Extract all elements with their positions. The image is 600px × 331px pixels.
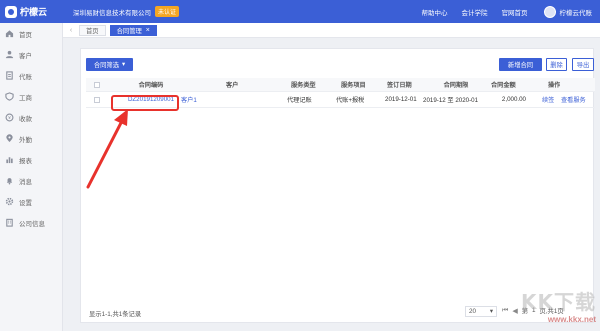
sidebar-item-home[interactable]: 首页 [0,23,62,44]
tab-bar: ‹ 首页 合同管理 × [63,23,600,38]
delete-button[interactable]: 删除 [546,58,567,71]
app-logo[interactable]: 柠檬云 [0,5,63,18]
official-site-link[interactable]: 官网首页 [502,7,528,17]
pagination: ⏮ ◀ 第 1 页,共1页 [502,306,564,316]
sidebar-item-settings[interactable]: 设置 [0,191,62,212]
tab-contract-management[interactable]: 合同管理 × [109,24,157,36]
gear-icon [5,197,14,206]
bell-icon [5,176,14,185]
sign-date-cell: 2019-12-01 [385,96,417,103]
row-checkbox[interactable] [94,96,100,103]
user-menu[interactable]: 柠檬云代账 [543,5,593,18]
table-header: 合同编码 客户 服务类型 服务项目 签订日期 合同期限 合同金额 操作 [86,78,595,92]
tab-label: 首页 [86,27,99,35]
contract-filter-button[interactable]: 合同筛选 ▾ [86,58,133,71]
top-links: 帮助中心 会计学院 官网首页 柠檬云代账 [422,5,600,18]
sidebar-item-label: 收款 [19,115,32,123]
first-page-icon[interactable]: ⏮ [502,307,508,315]
record-summary: 显示1-1,共1条记录 [89,311,142,318]
shield-icon [5,92,14,101]
column-header[interactable]: 合同编码 [121,78,181,91]
accounting-academy-link[interactable]: 会计学院 [462,7,488,17]
sidebar-item-company-info[interactable]: 公司信息 [0,212,62,233]
caret-down-icon: ▾ [122,61,126,68]
renew-link[interactable]: 续签 [542,92,554,107]
sidebar-item-customers[interactable]: 客户 [0,44,62,65]
home-icon [5,29,14,38]
unverified-badge[interactable]: 未认证 [155,6,180,17]
column-header[interactable]: 合同期限 [431,78,481,91]
sidebar-item-label: 外勤 [19,136,32,144]
sidebar-item-business[interactable]: 工商 [0,86,62,107]
top-navbar: 柠檬云 深圳易财信息技术有限公司 未认证 帮助中心 会计学院 官网首页 柠檬云代… [0,0,600,23]
ledger-icon [5,71,14,80]
view-service-link[interactable]: 查看服务 [561,92,586,107]
service-type-cell: 代理记账 [287,97,312,104]
tab-home[interactable]: 首页 [79,24,106,36]
sidebar-item-messages[interactable]: 消息 [0,170,62,191]
customer-link[interactable]: 客户1 [181,92,197,107]
sidebar-item-label: 代账 [19,73,32,81]
user-name: 柠檬云代账 [559,9,593,17]
svg-text:¥: ¥ [8,115,11,120]
sidebar-item-label: 工商 [19,94,32,102]
select-all-checkbox[interactable] [94,81,100,88]
current-page[interactable]: 1 [532,307,536,314]
page-size-value: 20 [469,308,477,315]
page-label-pre: 第 [521,308,528,315]
users-icon [5,50,14,59]
location-icon [5,134,14,143]
term-cell: 2019-12 至 2020-01 [423,97,479,104]
coin-icon: ¥ [5,113,14,122]
company-name: 深圳易财信息技术有限公司 [73,9,151,17]
chevron-down-icon: ▾ [489,308,493,315]
sidebar-item-field[interactable]: 外勤 [0,128,62,149]
prev-page-icon[interactable]: ◀ [512,307,517,315]
sidebar-item-label: 公司信息 [19,220,45,228]
sidebar-item-label: 设置 [19,199,32,207]
sidebar-item-label: 消息 [19,178,32,186]
sidebar-item-reports[interactable]: 报表 [0,149,62,170]
sidebar-item-label: 客户 [19,52,32,60]
sidebar: 首页 客户 代账 工商 ¥ 收款 外勤 报表 消息 设置 公司信息 [0,23,63,331]
chevron-left-icon[interactable]: ‹ [67,27,75,34]
help-center-link[interactable]: 帮助中心 [422,7,448,17]
column-header[interactable]: 服务项目 [341,78,366,91]
column-header[interactable]: 服务类型 [291,78,316,91]
column-header[interactable]: 客户 [226,78,238,91]
sidebar-item-label: 报表 [19,157,32,165]
page-label-post: 页,共1页 [539,308,564,315]
chart-icon [5,155,14,164]
building-icon [5,218,14,227]
page-size-select[interactable]: 20 ▾ [465,306,497,317]
sidebar-item-bookkeeping[interactable]: 代账 [0,65,62,86]
sidebar-item-label: 首页 [19,31,32,39]
select-all-cell [94,78,100,91]
filter-label: 合同筛选 [93,62,119,69]
annotation-arrow-icon [86,109,128,189]
column-header[interactable]: 签订日期 [387,78,412,91]
sidebar-item-collections[interactable]: ¥ 收款 [0,107,62,128]
service-item-cell: 代账+报税 [336,97,365,104]
column-header[interactable]: 合同金额 [491,78,516,91]
avatar [543,5,556,18]
add-contract-button[interactable]: 新增合同 [499,58,542,71]
logo-text: 柠檬云 [20,7,48,17]
contract-panel: 合同筛选 ▾ 新增合同 删除 导出 合同编码 客户 服务类型 服务项目 签订日期… [80,48,595,323]
lemon-logo-icon [5,5,17,18]
close-icon[interactable]: × [146,27,150,34]
column-header: 操作 [548,82,561,89]
export-button[interactable]: 导出 [572,58,594,71]
tab-label: 合同管理 [116,27,142,35]
amount-cell: 2,000.00 [501,96,526,103]
